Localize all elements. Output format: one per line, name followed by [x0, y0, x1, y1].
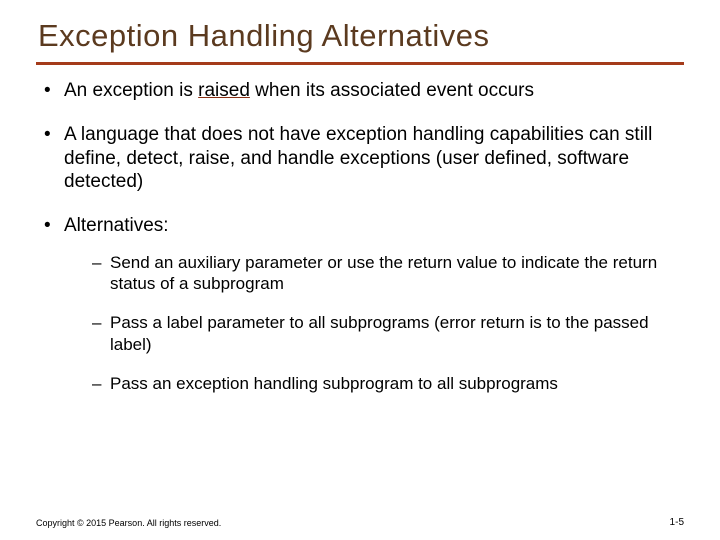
sub-bullet-item: Pass an exception handling subprogram to… — [92, 373, 684, 394]
sub-bullet-text: Pass a label parameter to all subprogram… — [110, 313, 649, 353]
bullet-item: Alternatives: Send an auxiliary paramete… — [44, 214, 684, 394]
bullet-text-underlined: raised — [198, 80, 250, 101]
sub-bullet-item: Pass a label parameter to all subprogram… — [92, 312, 684, 355]
bullet-text-pre: An exception is — [64, 80, 198, 101]
sub-bullet-list: Send an auxiliary parameter or use the r… — [64, 252, 684, 394]
title-divider — [36, 62, 684, 65]
slide-title: Exception Handling Alternatives — [38, 18, 684, 54]
bullet-item: A language that does not have exception … — [44, 123, 684, 194]
slide: Exception Handling Alternatives An excep… — [0, 0, 720, 540]
bullet-text: A language that does not have exception … — [64, 124, 652, 193]
bullet-list: An exception is raised when its associat… — [36, 79, 684, 394]
sub-bullet-item: Send an auxiliary parameter or use the r… — [92, 252, 684, 295]
bullet-item: An exception is raised when its associat… — [44, 79, 684, 103]
copyright-footer: Copyright © 2015 Pearson. All rights res… — [36, 518, 221, 528]
page-number: 1-5 — [670, 517, 684, 528]
bullet-text-post: when its associated event occurs — [250, 80, 534, 101]
bullet-text: Alternatives: — [64, 215, 169, 236]
sub-bullet-text: Send an auxiliary parameter or use the r… — [110, 253, 657, 293]
sub-bullet-text: Pass an exception handling subprogram to… — [110, 374, 558, 393]
